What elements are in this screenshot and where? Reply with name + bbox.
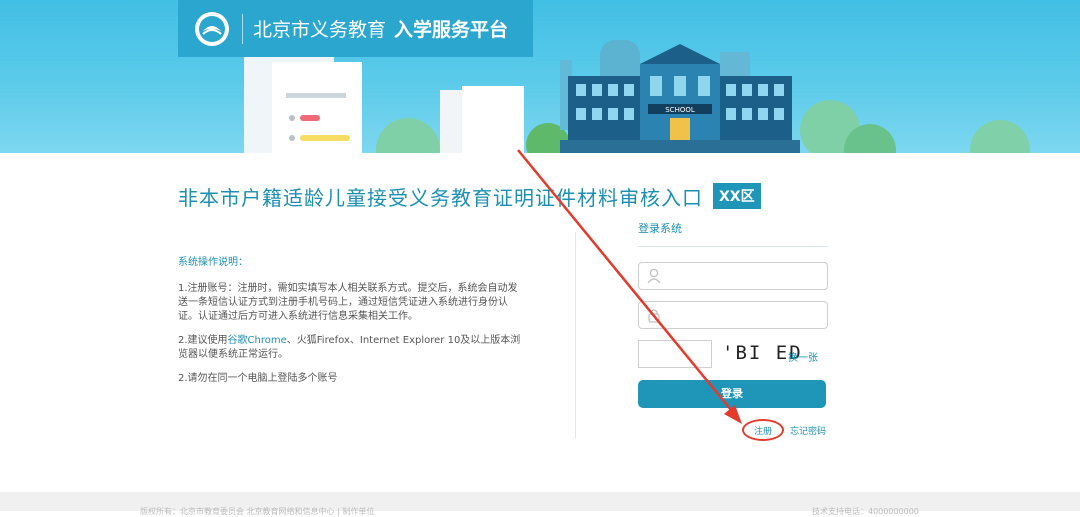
footer-copyright: 版权所有：北京市教育委员会 北京教育网络和信息中心 | 制作单位 <box>140 507 375 516</box>
refresh-captcha-link[interactable]: 换一张 <box>788 349 818 364</box>
forgot-password-link[interactable]: 忘记密码 <box>790 424 826 437</box>
instruction-item-2: 2.建议使用谷歌Chrome、火狐Firefox、Internet Explor… <box>178 334 523 362</box>
banner-illustration: SCHOOL <box>244 40 1030 153</box>
instruction-item-3: 2.请勿在同一个电脑上登陆多个账号 <box>178 373 338 384</box>
education-emblem-icon <box>195 11 229 46</box>
password-field[interactable] <box>638 301 828 329</box>
logo-title: 北京市义务教育 <box>253 19 387 41</box>
login-heading: 登录系统 <box>638 220 828 247</box>
instructions-heading: 系统操作说明： <box>178 257 248 268</box>
site-logo[interactable]: 北京市义务教育 入学服务平台 <box>178 0 533 57</box>
vertical-divider <box>575 232 576 438</box>
user-icon <box>647 268 661 284</box>
tree-shape <box>376 118 440 153</box>
page-title-text: 非本市户籍适龄儿童接受义务教育证明证件材料审核入口 <box>178 185 703 210</box>
footer: 版权所有：北京市教育委员会 北京教育网络和信息中心 | 制作单位 技术支持电话：… <box>0 492 1080 516</box>
username-field[interactable] <box>638 262 828 290</box>
instruction-item-2-prefix: 2.建议使用 <box>178 335 228 346</box>
header-banner: SCHOOL 北京市义务教育 入学服务平台 <box>0 0 1080 153</box>
lock-icon <box>648 309 660 323</box>
instructions-panel: 系统操作说明： 1.注册账号：注册时，需如实填写本人相关联系方式。提交后，系统会… <box>178 256 523 396</box>
district-badge: XX区 <box>713 183 761 209</box>
footer-support: 技术支持电话：4000000000 <box>812 507 919 516</box>
logo-divider <box>242 13 243 44</box>
captcha-input[interactable] <box>638 340 712 368</box>
login-panel: 登录系统 'BI ED 换一张 登录 注册 忘记密码 <box>638 220 828 441</box>
logo-title-bold: 入学服务平台 <box>394 19 509 41</box>
page-title: 非本市户籍适龄儿童接受义务教育证明证件材料审核入口 XX区 <box>178 180 761 212</box>
school-sign: SCHOOL <box>665 106 695 114</box>
instruction-item-1: 1.注册账号：注册时，需如实填写本人相关联系方式。提交后，系统会自动发送一条短信… <box>178 283 518 322</box>
login-button[interactable]: 登录 <box>638 380 826 408</box>
register-highlight-circle <box>742 419 784 441</box>
chrome-link[interactable]: 谷歌Chrome <box>228 335 287 346</box>
